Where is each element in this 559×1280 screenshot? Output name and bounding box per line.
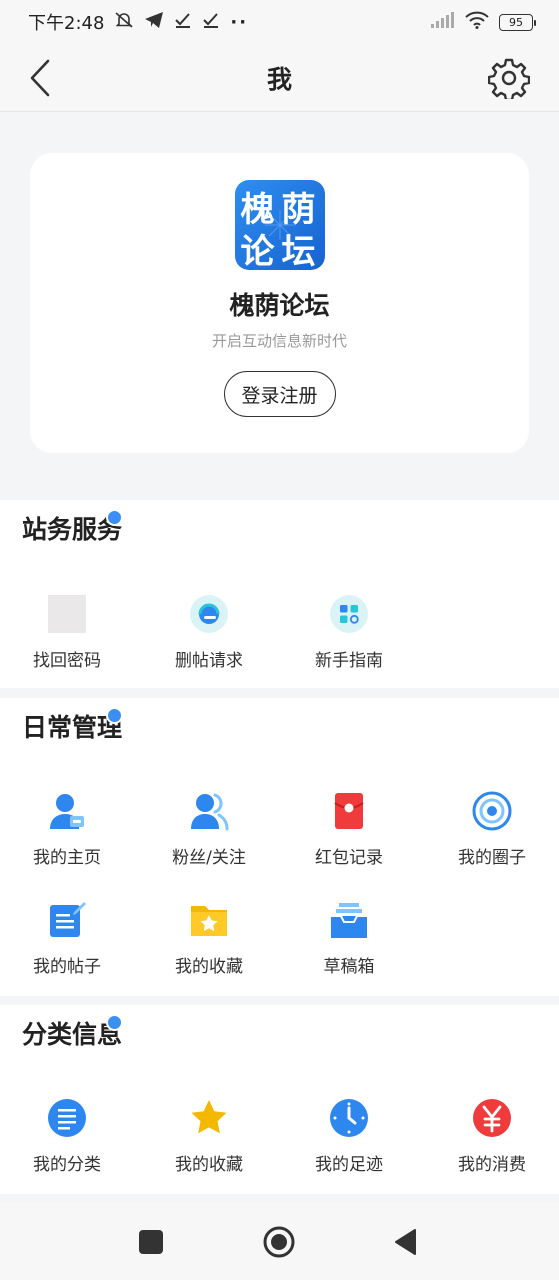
grid-item-my-circle[interactable]: 我的圈子	[422, 790, 559, 868]
grid-item-delete-request[interactable]: 删帖请求	[139, 593, 279, 671]
battery-icon: 95	[499, 13, 536, 31]
user-card-icon	[46, 790, 88, 832]
app-slogan: 开启互动信息新时代	[211, 332, 347, 350]
wifi-icon	[465, 11, 489, 34]
back-nav-button[interactable]	[393, 1228, 417, 1256]
blank-icon	[46, 593, 88, 635]
grid-item-label: 新手指南	[315, 651, 383, 671]
grid-item-my-posts[interactable]: 我的帖子	[0, 899, 137, 977]
red-envelope-icon	[328, 790, 370, 832]
gear-icon	[488, 58, 530, 99]
triangle-back-icon	[395, 1229, 416, 1255]
apps-icon	[328, 593, 370, 635]
settings-button[interactable]	[487, 56, 531, 100]
grid-item-label: 我的足迹	[315, 1155, 383, 1175]
system-nav-bar	[0, 1202, 559, 1280]
profile-card: 槐 荫 论 坛 槐荫论坛 开启互动信息新时代 登录注册	[30, 153, 529, 453]
back-button[interactable]	[20, 54, 60, 102]
home-circle-icon	[263, 1226, 295, 1258]
grid-item-fans-follow[interactable]: 粉丝/关注	[139, 790, 279, 868]
star-icon	[188, 1097, 230, 1139]
status-time: 下午2:48	[28, 13, 105, 34]
status-bar: 下午2:48 ·· 95	[0, 0, 559, 44]
list-icon	[46, 1097, 88, 1139]
grid-item-drafts[interactable]: 草稿箱	[279, 899, 419, 977]
grid-item-label: 我的圈子	[458, 848, 526, 868]
grid-item-label: 删帖请求	[175, 651, 243, 671]
grid-item-label: 我的收藏	[175, 957, 243, 977]
section-category-info: 分类信息 我的分类 我的收藏 我的足迹 我的消费	[0, 1005, 559, 1194]
mute-icon	[114, 10, 134, 35]
chevron-left-icon	[30, 59, 50, 97]
grid-item-newbie-guide[interactable]: 新手指南	[279, 593, 419, 671]
grid-item-red-envelope[interactable]: 红包记录	[279, 790, 419, 868]
grid-item-label: 粉丝/关注	[172, 848, 246, 868]
grid-item-my-footprint[interactable]: 我的足迹	[279, 1097, 419, 1175]
app-name: 槐荫论坛	[229, 291, 330, 320]
circle-target-icon	[471, 790, 513, 832]
grid-item-label: 找回密码	[33, 651, 101, 671]
users-icon	[188, 790, 230, 832]
yuan-icon	[471, 1097, 513, 1139]
grid-item-my-favorites[interactable]: 我的收藏	[139, 899, 279, 977]
check-icon	[174, 11, 192, 34]
logo-char: 坛	[281, 232, 316, 270]
grid-item-label: 我的分类	[33, 1155, 101, 1175]
grid-item-find-password[interactable]: 找回密码	[0, 593, 137, 671]
grid-item-label: 我的消费	[458, 1155, 526, 1175]
check-icon	[202, 11, 220, 34]
headset-icon	[188, 593, 230, 635]
inbox-icon	[328, 899, 370, 941]
grid-item-my-homepage[interactable]: 我的主页	[0, 790, 137, 868]
section-daily-management: 日常管理 我的主页 粉丝/关注 红包记录 我的圈子 我的帖子 我的收藏 草稿箱	[0, 698, 559, 996]
battery-level: 95	[509, 15, 523, 29]
notification-dot	[106, 509, 123, 526]
home-button[interactable]	[263, 1226, 295, 1258]
recent-apps-button[interactable]	[139, 1230, 163, 1254]
telegram-icon	[144, 11, 164, 34]
page-title: 我	[266, 64, 292, 94]
more-dots: ··	[230, 11, 249, 33]
grid-item-label: 我的帖子	[33, 957, 101, 977]
clock-icon	[328, 1097, 370, 1139]
section-site-services: 站务服务 找回密码 删帖请求 新手指南	[0, 500, 559, 688]
notification-dot	[106, 707, 123, 724]
app-logo: 槐 荫 论 坛	[234, 180, 325, 270]
grid-item-my-spending[interactable]: 我的消费	[422, 1097, 559, 1175]
grid-item-label: 红包记录	[315, 848, 383, 868]
grid-item-label: 草稿箱	[323, 957, 375, 977]
folder-star-icon	[188, 899, 230, 941]
notification-dot	[106, 1014, 123, 1031]
grid-item-label: 我的收藏	[175, 1155, 243, 1175]
grid-item-my-collection[interactable]: 我的收藏	[139, 1097, 279, 1175]
edit-note-icon	[46, 899, 88, 941]
grid-item-label: 我的主页	[33, 848, 101, 868]
grid-item-my-categories[interactable]: 我的分类	[0, 1097, 137, 1175]
login-register-button[interactable]: 登录注册	[223, 371, 336, 417]
logo-char: 论	[240, 232, 275, 270]
app-header: 我	[0, 44, 559, 112]
signal-icon	[431, 11, 455, 33]
